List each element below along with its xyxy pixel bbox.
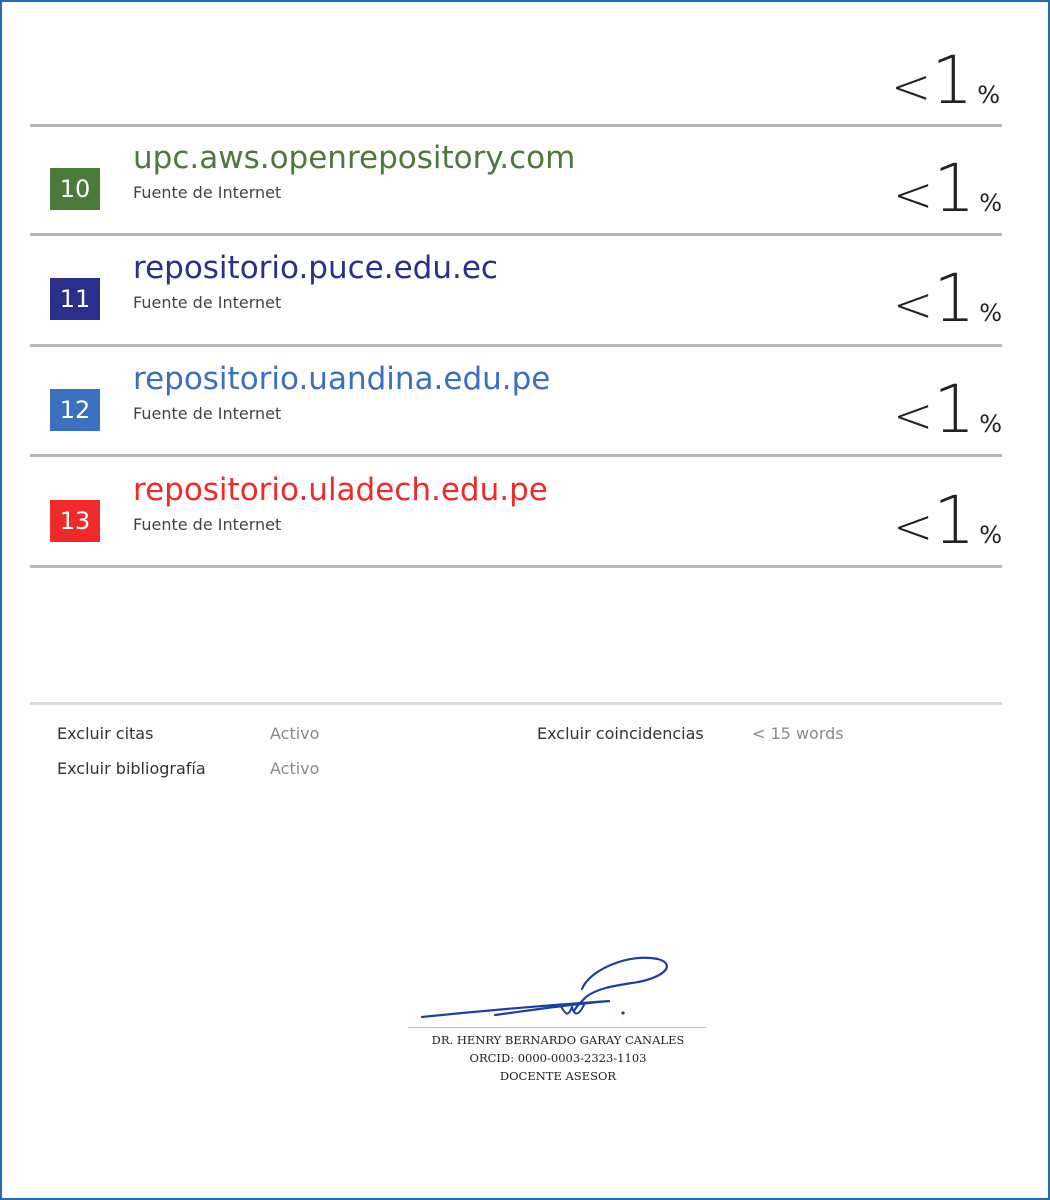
signature-line	[408, 1027, 706, 1028]
percent-sign: %	[979, 299, 1002, 327]
percent-sign: %	[977, 81, 1000, 109]
percentage-value: 1	[933, 482, 975, 559]
source-row[interactable]: 11 repositorio.puce.edu.ec Fuente de Int…	[30, 236, 1002, 344]
source-percentage: <1%	[893, 371, 1002, 448]
exclude-matches-label: Excluir coincidencias	[537, 724, 704, 743]
less-than-sign: <	[892, 388, 934, 444]
less-than-sign: <	[890, 59, 932, 115]
divider	[30, 565, 1002, 568]
percentage-value: 1	[933, 371, 975, 448]
divider	[30, 454, 1002, 457]
source-row[interactable]: 10 upc.aws.openrepository.com Fuente de …	[30, 126, 1002, 234]
source-row[interactable]: 12 repositorio.uandina.edu.pe Fuente de …	[30, 347, 1002, 455]
source-rank-badge: 11	[50, 278, 100, 320]
source-title-link[interactable]: repositorio.uladech.edu.pe	[133, 472, 548, 508]
percentage-value: 1	[933, 260, 975, 337]
percent-sign: %	[979, 410, 1002, 438]
source-rank-badge: 10	[50, 168, 100, 210]
source-percentage: <1%	[893, 260, 1002, 337]
source-percentage: <1%	[893, 150, 1002, 227]
percent-sign: %	[979, 189, 1002, 217]
footer-divider	[30, 702, 1002, 705]
signature-block: DR. HENRY BERNARDO GARAY CANALES ORCID: …	[400, 945, 710, 1095]
exclude-quotes-value: Activo	[270, 724, 320, 743]
source-title-link[interactable]: upc.aws.openrepository.com	[133, 140, 575, 176]
source-type-label: Fuente de Internet	[133, 293, 282, 312]
less-than-sign: <	[892, 167, 934, 223]
signer-role: DOCENTE ASESOR	[499, 1069, 617, 1083]
exclude-bibliography-label: Excluir bibliografía	[57, 759, 206, 778]
source-title-link[interactable]: repositorio.puce.edu.ec	[133, 250, 498, 286]
source-type-label: Fuente de Internet	[133, 515, 282, 534]
source-row[interactable]: 13 repositorio.uladech.edu.pe Fuente de …	[30, 458, 1002, 566]
source-type-label: Fuente de Internet	[133, 183, 282, 202]
handwritten-signature	[420, 956, 668, 1019]
exclude-quotes-label: Excluir citas	[57, 724, 154, 743]
percent-sign: %	[979, 521, 1002, 549]
exclude-matches-value: < 15 words	[752, 724, 844, 743]
signer-orcid: ORCID: 0000-0003-2323-1103	[469, 1051, 647, 1065]
source-title-link[interactable]: repositorio.uandina.edu.pe	[133, 361, 550, 397]
less-than-sign: <	[892, 499, 934, 555]
source-type-label: Fuente de Internet	[133, 404, 282, 423]
percentage-value: 1	[933, 150, 975, 227]
signer-name: DR. HENRY BERNARDO GARAY CANALES	[431, 1033, 685, 1047]
less-than-sign: <	[892, 277, 934, 333]
source-rank-badge: 12	[50, 389, 100, 431]
top-match-percentage: <1%	[891, 42, 1000, 119]
exclude-bibliography-value: Activo	[270, 759, 320, 778]
source-rank-badge: 13	[50, 500, 100, 542]
source-percentage: <1%	[893, 482, 1002, 559]
percentage-value: 1	[931, 42, 973, 119]
